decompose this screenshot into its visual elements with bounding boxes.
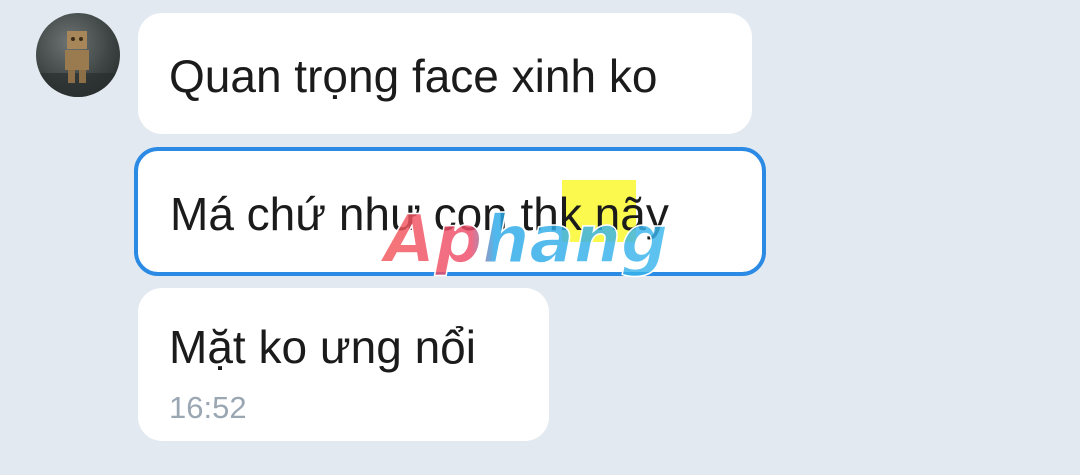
message-timestamp: 16:52 — [169, 390, 247, 425]
message-text: Quan trọng face xinh ko — [169, 50, 658, 102]
message-bubble[interactable]: Mặt ko ưng nổi 16:52 — [138, 288, 549, 441]
message-bubble[interactable]: Quan trọng face xinh ko — [138, 13, 752, 134]
message-text: Mặt ko ưng nổi — [169, 321, 476, 373]
watermark-text: Aphang — [380, 201, 668, 278]
sender-avatar[interactable] — [36, 13, 120, 97]
watermark-logo: Aphang — [380, 200, 669, 279]
